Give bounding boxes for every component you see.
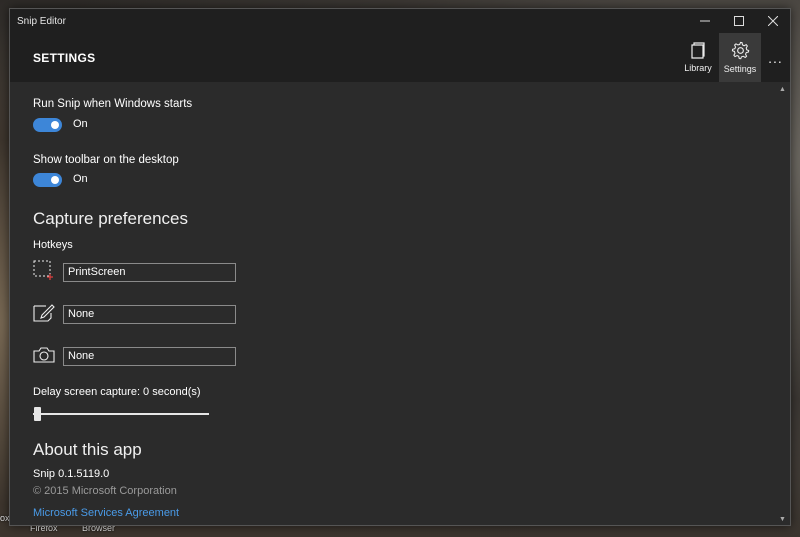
close-button[interactable] [756,9,790,33]
capture-preferences-heading: Capture preferences [33,209,188,228]
show-toolbar-state: On [73,173,88,185]
region-capture-icon [33,260,53,280]
tab-library[interactable]: Library [677,33,719,82]
gear-icon [731,41,749,60]
hotkey-camera-input[interactable]: None [63,347,236,366]
minimize-button[interactable] [688,9,722,33]
scroll-down-icon[interactable]: ▼ [779,516,786,523]
camera-icon [33,347,55,363]
more-options-button[interactable]: ... [761,33,790,82]
run-on-start-state: On [73,118,88,130]
snip-editor-window: Snip Editor SETTINGS Library Settings ..… [9,8,791,526]
run-on-start-toggle[interactable] [33,118,62,132]
scroll-up-icon[interactable]: ▲ [779,86,786,93]
whiteboard-icon [33,304,55,322]
tab-settings-label: Settings [723,64,757,74]
maximize-icon [734,16,744,26]
tab-settings[interactable]: Settings [719,33,761,82]
page-title: SETTINGS [33,50,96,65]
copyright-text: © 2015 Microsoft Corporation [33,485,177,497]
hotkeys-label: Hotkeys [33,239,73,251]
minimize-icon [700,20,710,22]
library-icon [691,42,705,59]
delay-slider-track[interactable] [33,413,209,415]
delay-slider-thumb[interactable] [34,407,41,421]
tab-library-label: Library [684,63,712,73]
run-on-start-label: Run Snip when Windows starts [33,98,193,110]
version-text: Snip 0.1.5119.0 [33,468,110,480]
settings-content: Run Snip when Windows starts On Show too… [10,82,776,525]
toggle-knob [51,176,59,184]
show-toolbar-toggle[interactable] [33,173,62,187]
show-toolbar-label: Show toolbar on the desktop [33,154,179,166]
maximize-button[interactable] [722,9,756,33]
scrollbar[interactable]: ▲ ▼ [776,82,790,525]
title-bar[interactable]: Snip Editor [10,9,790,33]
close-icon [768,16,778,26]
toggle-knob [51,121,59,129]
services-agreement-link[interactable]: Microsoft Services Agreement [33,507,179,519]
delay-capture-label: Delay screen capture: 0 second(s) [33,386,201,398]
hotkey-region-capture-input[interactable]: PrintScreen [63,263,236,282]
window-title: Snip Editor [17,15,66,27]
app-bar: SETTINGS Library Settings ... [10,33,790,82]
hotkey-whiteboard-input[interactable]: None [63,305,236,324]
about-heading: About this app [33,440,142,459]
